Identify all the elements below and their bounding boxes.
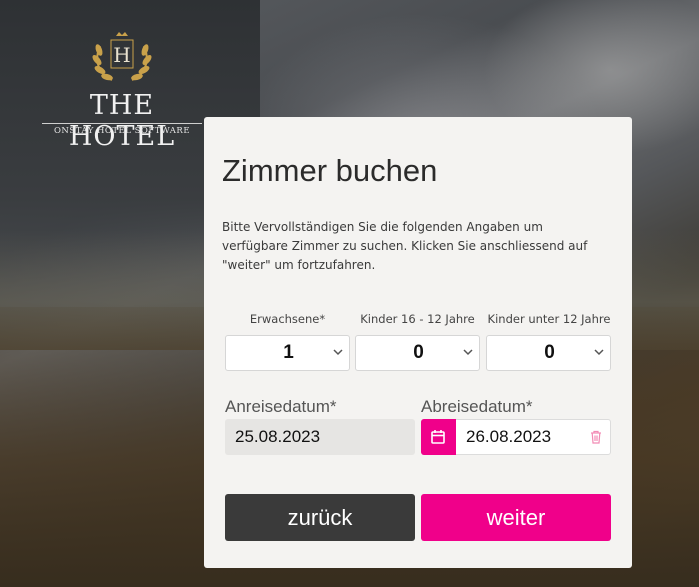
children-16-12-select[interactable]: 0 [355,335,480,371]
page-title: Zimmer buchen [222,153,438,188]
calendar-button[interactable] [421,419,456,455]
adults-select[interactable]: 1 [225,335,350,371]
departure-date-label: Abreisedatum* [421,397,533,416]
arrival-date-label: Anreisedatum* [225,397,337,416]
chevron-down-icon [594,349,604,356]
hotel-logo: H THE HOTEL ONSTAY HOTEL SOFTWARE [34,30,210,152]
form-description: Bitte Vervollständigen Sie die folgenden… [222,220,588,272]
logo-divider [42,123,202,124]
hotel-name: THE HOTEL [68,90,176,152]
arrival-date-field[interactable]: 25.08.2023 [225,419,415,455]
hotel-tagline: ONSTAY HOTEL SOFTWARE [53,126,191,136]
departure-date-field[interactable]: 26.08.2023 [421,419,611,455]
laurel-wreath-icon: H [92,32,152,81]
calendar-icon [431,430,445,444]
back-button[interactable]: zurück [225,494,415,541]
logo-initial: H [113,43,130,67]
next-button[interactable]: weiter [421,494,611,541]
chevron-down-icon [333,349,343,356]
children-under-12-label: Kinder unter 12 Jahre [487,312,611,326]
adults-label: Erwachsene* [249,312,326,326]
children-16-12-label: Kinder 16 - 12 Jahre [360,312,475,326]
chevron-down-icon [463,349,473,356]
trash-icon[interactable] [590,430,602,444]
booking-card: Zimmer buchen Bitte Vervollständigen Sie… [204,117,632,568]
children-under-12-select[interactable]: 0 [486,335,611,371]
departure-date-value: 26.08.2023 [466,427,552,446]
